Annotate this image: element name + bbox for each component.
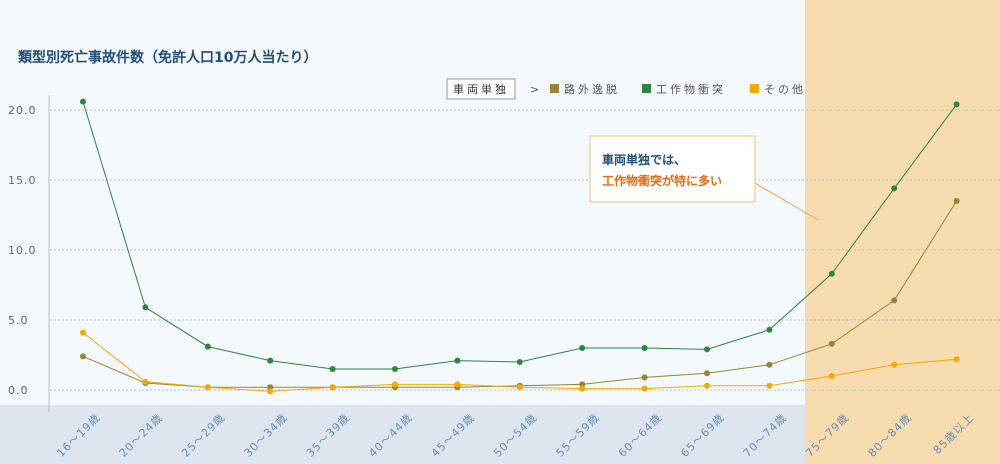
annotation-line-1: 車両単独では、 <box>602 152 686 167</box>
legend-arrow: > <box>530 83 542 96</box>
data-point <box>828 373 835 379</box>
data-point <box>766 382 773 389</box>
data-point <box>329 366 336 372</box>
data-point <box>454 357 461 364</box>
data-point <box>142 378 149 385</box>
data-point <box>641 374 648 381</box>
data-point <box>80 329 86 336</box>
annotation-line-2: 工作物衝突が特に多い <box>602 173 722 188</box>
data-point <box>204 384 211 391</box>
data-point <box>953 101 960 108</box>
data-point <box>267 357 274 364</box>
legend-label: 工作物衝突 <box>656 82 726 96</box>
data-point <box>329 384 336 391</box>
data-point <box>579 385 586 392</box>
data-point <box>142 304 149 311</box>
legend-label: 路外逸脱 <box>564 82 620 96</box>
data-point <box>80 353 86 360</box>
data-point <box>267 388 274 395</box>
data-point <box>828 270 835 277</box>
annotation-box <box>589 135 756 203</box>
data-point <box>516 359 523 365</box>
legend-swatch <box>642 84 651 93</box>
legend-swatch <box>750 84 759 93</box>
data-point <box>454 381 461 388</box>
data-point <box>392 366 398 372</box>
y-tick-label: 15.0 <box>8 174 37 187</box>
chart: 類型別死亡事故件数（免許人口10万人当たり） 0.0 5.0 10.0 15.0 20.… <box>0 0 1000 464</box>
elderly-highlight-band <box>805 0 1000 464</box>
data-point <box>516 384 523 391</box>
y-tick-label: 10.0 <box>8 244 37 257</box>
data-point <box>766 361 773 368</box>
data-point <box>953 356 960 363</box>
data-point <box>891 185 898 192</box>
data-point <box>641 345 648 351</box>
data-point <box>204 343 211 350</box>
y-tick-label: 20.0 <box>8 104 37 117</box>
chart-title: 類型別死亡事故件数（免許人口10万人当たり） <box>17 49 317 66</box>
data-point <box>80 98 86 105</box>
data-point <box>579 345 586 351</box>
data-point <box>704 382 710 389</box>
data-point <box>392 381 398 388</box>
legend-label: その他 <box>764 83 806 96</box>
legend-group-label: 車両単独 <box>453 82 509 96</box>
data-point <box>641 385 648 392</box>
y-tick-label: 0.0 <box>8 384 29 397</box>
data-point <box>891 297 898 304</box>
data-point <box>953 198 960 204</box>
legend-swatch <box>550 84 559 93</box>
data-point <box>704 370 710 377</box>
legend-items: 路外逸脱 工作物衝突 その他 <box>550 82 806 96</box>
data-point <box>704 346 710 353</box>
data-point <box>766 326 773 333</box>
y-tick-label: 5.0 <box>8 314 29 327</box>
data-point <box>891 361 898 368</box>
data-point <box>828 340 835 347</box>
